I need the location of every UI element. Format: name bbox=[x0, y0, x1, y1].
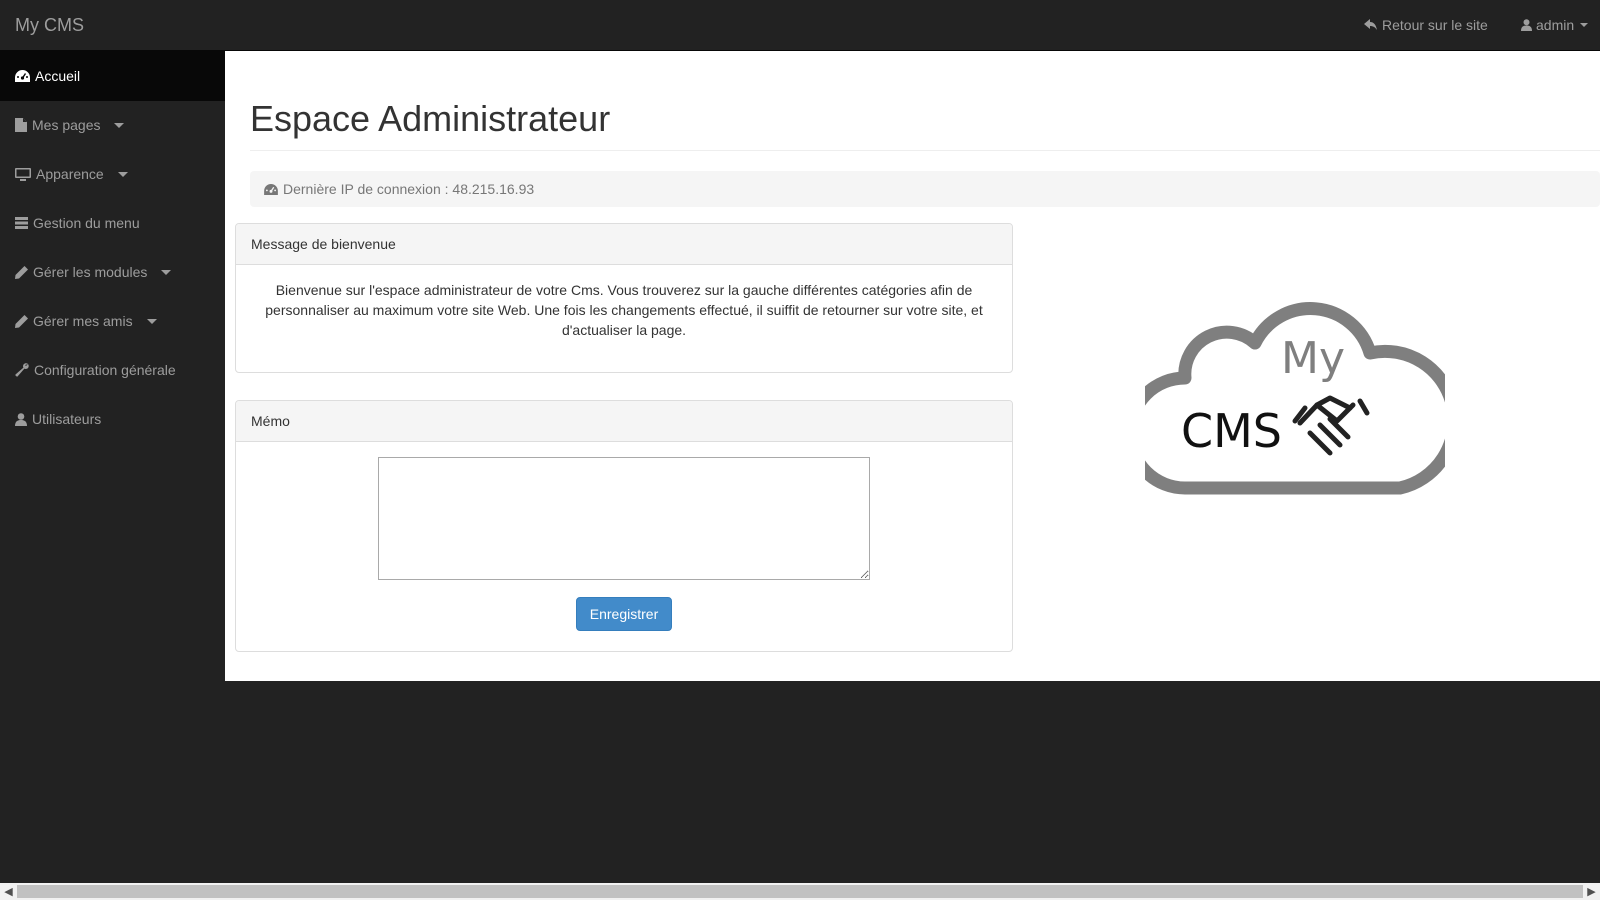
memo-panel: Mémo Enregistrer bbox=[235, 400, 1013, 652]
chevron-down-icon bbox=[117, 171, 128, 177]
last-ip-well: Dernière IP de connexion : 48.215.16.93 bbox=[250, 171, 1600, 207]
page-title: Espace Administrateur bbox=[250, 98, 611, 139]
user-menu-toggle[interactable]: admin bbox=[1521, 17, 1589, 33]
wrench-icon bbox=[15, 363, 29, 377]
scroll-right-icon[interactable]: ▶ bbox=[1583, 883, 1600, 900]
sidebar-item-label: Gérer les modules bbox=[33, 264, 148, 280]
sidebar-item-label: Configuration générale bbox=[34, 362, 176, 378]
sidebar-item-label: Accueil bbox=[35, 68, 81, 84]
sidebar-item-mes-pages[interactable]: Mes pages bbox=[0, 100, 225, 150]
back-to-site-label: Retour sur le site bbox=[1382, 17, 1488, 33]
welcome-panel: Message de bienvenue Bienvenue sur l'esp… bbox=[235, 223, 1013, 373]
sidebar: Accueil Mes pages Apparence Gestion du m… bbox=[0, 51, 225, 681]
handshake-icon bbox=[1292, 395, 1370, 456]
sidebar-item-label: Utilisateurs bbox=[32, 411, 102, 427]
navbar-brand[interactable]: My CMS bbox=[15, 15, 84, 36]
user-menu-label: admin bbox=[1536, 17, 1575, 33]
last-ip-text: Dernière IP de connexion : 48.215.16.93 bbox=[283, 181, 535, 197]
logo-text-my: My bbox=[1281, 333, 1345, 384]
main-content: Espace Administrateur Dernière IP de con… bbox=[225, 51, 1600, 681]
sidebar-item-apparence[interactable]: Apparence bbox=[0, 149, 225, 199]
sidebar-item-gerer-amis[interactable]: Gérer mes amis bbox=[0, 296, 225, 346]
file-icon bbox=[15, 118, 27, 132]
chevron-down-icon bbox=[1580, 23, 1589, 27]
scroll-left-icon[interactable]: ◀ bbox=[0, 883, 17, 900]
chevron-down-icon bbox=[161, 269, 172, 275]
dashboard-icon bbox=[15, 70, 30, 82]
dashboard-icon bbox=[264, 183, 278, 195]
sidebar-item-utilisateurs[interactable]: Utilisateurs bbox=[0, 394, 225, 444]
monitor-icon bbox=[15, 167, 31, 181]
title-divider bbox=[250, 150, 1600, 151]
chevron-down-icon bbox=[146, 318, 157, 324]
back-to-site-link[interactable]: Retour sur le site bbox=[1364, 17, 1488, 33]
pencil-icon bbox=[15, 314, 28, 328]
top-navbar: My CMS Retour sur le site admin bbox=[0, 0, 1600, 51]
horizontal-scrollbar[interactable]: ◀ ▶ bbox=[0, 883, 1600, 900]
chevron-down-icon bbox=[114, 122, 125, 128]
sidebar-item-configuration[interactable]: Configuration générale bbox=[0, 345, 225, 395]
memo-panel-body: Enregistrer bbox=[236, 442, 1012, 646]
sidebar-item-label: Mes pages bbox=[32, 117, 101, 133]
scrollbar-thumb[interactable] bbox=[17, 885, 1583, 898]
sidebar-item-label: Gérer mes amis bbox=[33, 313, 133, 329]
reply-icon bbox=[1364, 19, 1377, 30]
sidebar-item-gerer-modules[interactable]: Gérer les modules bbox=[0, 247, 225, 297]
sidebar-item-label: Apparence bbox=[36, 166, 104, 182]
welcome-panel-heading: Message de bienvenue bbox=[236, 224, 1012, 265]
mycms-logo: My CMS bbox=[1145, 302, 1445, 495]
user-icon bbox=[1521, 19, 1532, 31]
user-icon bbox=[15, 412, 27, 426]
welcome-message: Bienvenue sur l'espace administrateur de… bbox=[265, 282, 983, 338]
save-button[interactable]: Enregistrer bbox=[576, 597, 672, 631]
memo-panel-heading: Mémo bbox=[236, 401, 1012, 442]
sidebar-item-accueil[interactable]: Accueil bbox=[0, 51, 225, 101]
list-icon bbox=[15, 217, 28, 229]
pencil-icon bbox=[15, 265, 28, 279]
memo-textarea[interactable] bbox=[378, 457, 870, 580]
sidebar-item-label: Gestion du menu bbox=[33, 215, 140, 231]
logo-text-cms: CMS bbox=[1181, 404, 1282, 458]
sidebar-item-gestion-menu[interactable]: Gestion du menu bbox=[0, 198, 225, 248]
